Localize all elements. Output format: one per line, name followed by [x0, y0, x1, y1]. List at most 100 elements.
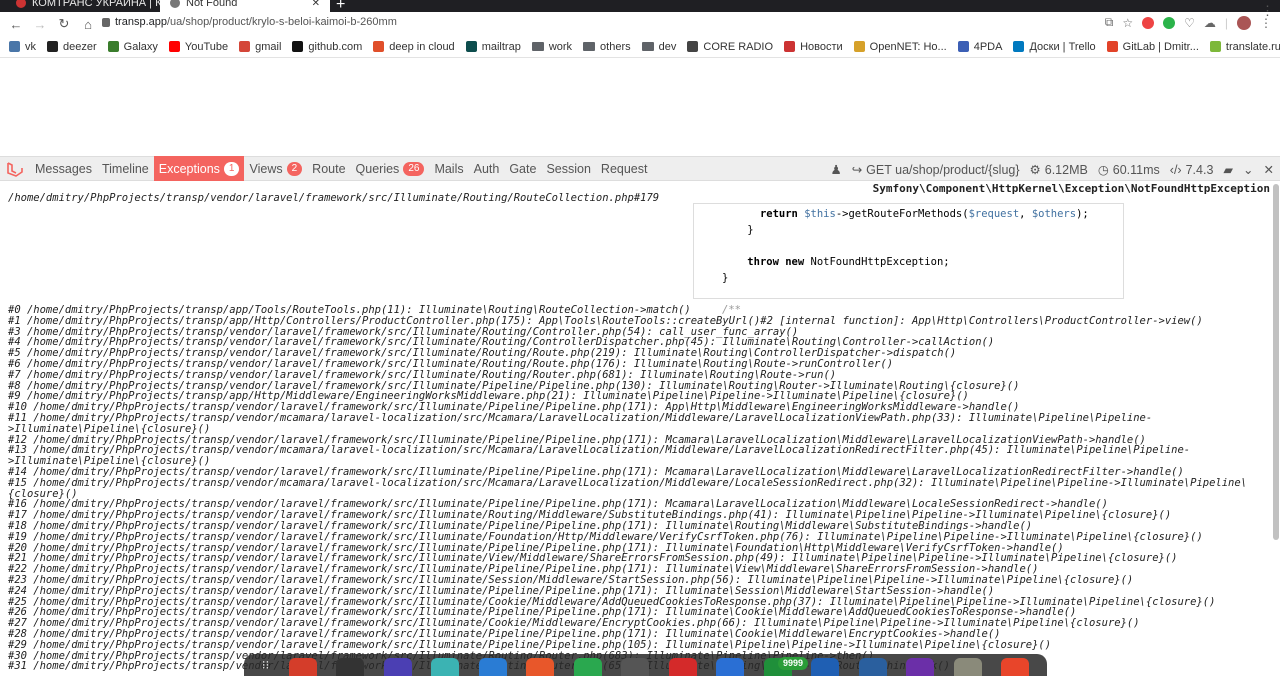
route-value: GET ua/shop/product/{slug} [866, 162, 1020, 177]
bookmark-item[interactable]: OpenNET: Ho... [853, 41, 947, 53]
bookmark-favicon-icon [9, 41, 20, 52]
dock-app-icon[interactable] [953, 658, 982, 676]
browser-tab-active[interactable]: Not Found ✕ [160, 0, 330, 12]
dock-app-icon[interactable] [716, 658, 745, 676]
dock-app-icon[interactable] [858, 658, 887, 676]
bookmark-item[interactable]: gmail [239, 41, 281, 53]
extension-icon[interactable] [1142, 16, 1155, 29]
browser-tab-strip: КОМТРАНС УКРАИНА | К Not Found ✕ + [0, 0, 1280, 12]
close-tab-icon[interactable]: ✕ [312, 0, 320, 9]
profile-separator: | [1224, 15, 1228, 30]
bookmark-item[interactable]: GitLab | Dmitr... [1106, 41, 1199, 53]
bookmark-item[interactable]: deezer [47, 41, 97, 53]
debugbar-tab-label: Views [249, 161, 283, 176]
folder-open-icon[interactable]: ▰ [1223, 162, 1233, 177]
route-indicator[interactable]: ↪ GET ua/shop/product/{slug} [852, 162, 1020, 178]
bookmark-label: Новости [800, 40, 843, 53]
dock-app-icon[interactable] [288, 658, 317, 676]
dock-app-icon[interactable] [431, 658, 460, 676]
bookmark-star-icon[interactable]: ☆ [1122, 16, 1133, 30]
count-badge: 26 [403, 161, 425, 176]
debugbar-tab-auth[interactable]: Auth [469, 156, 505, 181]
bookmark-item[interactable]: translate.ru [1209, 41, 1280, 53]
dock-app-icon[interactable] [906, 658, 935, 676]
dock-app-icon[interactable] [383, 658, 412, 676]
debugbar-tab-request[interactable]: Request [596, 156, 653, 181]
back-icon[interactable]: ← [4, 17, 28, 32]
debugbar-tab-label: Exceptions [158, 161, 220, 176]
bookmark-label: work [548, 40, 573, 53]
debugbar-tab-label: Route [312, 161, 346, 176]
debugbar-tab-route[interactable]: Route [307, 156, 350, 181]
trace-line: #11 /home/dmitry/PhpProjects/transp/vend… [8, 411, 1153, 435]
bookmark-item[interactable]: Новости [784, 41, 843, 53]
bookmark-item[interactable]: CORE RADIO [687, 41, 773, 53]
debugbar-tab-gate[interactable]: Gate [504, 156, 541, 181]
memory-value: 6.12MB [1044, 162, 1088, 177]
bookmark-favicon-icon [957, 41, 969, 52]
debugbar-tab-timeline[interactable]: Timeline [97, 156, 154, 181]
bookmark-item[interactable]: vk [9, 41, 36, 53]
dock-app-icon[interactable] [811, 658, 840, 676]
bookmark-item[interactable]: github.com [292, 41, 362, 53]
address-bar[interactable]: transp.app/ua/shop/product/krylo-s-beloi… [102, 16, 397, 28]
bookmark-item[interactable]: Доски | Trello [1013, 40, 1096, 53]
dock-app-icon[interactable] [526, 658, 555, 676]
user-icon[interactable]: ♟ [830, 162, 841, 177]
close-icon[interactable]: ✕ [1264, 162, 1274, 177]
php-indicator: ‹/› 7.4.3 [1170, 163, 1214, 177]
bookmark-item[interactable]: others [583, 41, 631, 53]
avatar[interactable] [1237, 15, 1251, 30]
code-keyword: throw new [747, 256, 811, 268]
bookmark-item[interactable]: Galaxy [107, 41, 158, 53]
debugbar-tab-queries[interactable]: Queries 26 [351, 156, 430, 181]
dock-app-icon[interactable] [1001, 658, 1030, 676]
debugbar-tab-views[interactable]: Views 2 [244, 156, 307, 181]
bookmark-item[interactable]: mailtrap [465, 41, 521, 53]
forward-icon[interactable]: → [28, 17, 52, 32]
folder-icon [583, 42, 596, 51]
dock-app-icon[interactable] [573, 658, 602, 676]
bookmark-item[interactable]: work [531, 40, 573, 53]
new-tab-button[interactable]: + [336, 0, 345, 12]
laravel-logo-icon[interactable] [0, 157, 30, 181]
bookmark-label: Доски | Trello [1029, 40, 1096, 53]
exception-file-path[interactable]: /home/dmitry/PhpProjects/transp/vendor/l… [8, 192, 659, 204]
cloud-icon[interactable]: ☁ [1204, 16, 1216, 30]
dock-app-icon[interactable] [621, 658, 650, 676]
app-launcher-icon[interactable]: ⁝⁝ [262, 658, 270, 672]
bookmarks-more-icon[interactable]: ⋮ [1261, 3, 1274, 19]
bookmark-item[interactable]: 4PDA [957, 41, 1002, 53]
trace-line: #29 /home/dmitry/PhpProjects/transp/vend… [8, 638, 1052, 651]
bookmark-item[interactable]: deep in cloud [373, 41, 455, 53]
browser-tab[interactable]: КОМТРАНС УКРАИНА | К [6, 0, 162, 12]
time-indicator: ◷ 60.11ms [1098, 162, 1160, 178]
bookmark-label: gmail [255, 40, 282, 53]
debugbar-tab-mails[interactable]: Mails [429, 156, 468, 181]
reload-icon[interactable]: ↻ [52, 16, 76, 32]
code-var: $this [804, 208, 836, 220]
debugbar-tab-messages[interactable]: Messages [30, 156, 97, 181]
bookmark-item[interactable]: YouTube [168, 41, 228, 53]
translate-icon[interactable]: ⧉ [1105, 15, 1114, 30]
shield-icon[interactable] [1163, 16, 1176, 29]
bookmark-favicon-icon [168, 41, 180, 52]
code-keyword: return [759, 208, 805, 220]
minimize-chevron-down-icon[interactable]: ⌄ [1243, 162, 1253, 177]
debugbar-tab-session[interactable]: Session [541, 156, 595, 181]
home-icon[interactable]: ⌂ [76, 17, 100, 32]
dock-app-icon[interactable] [336, 658, 365, 676]
debugbar-tab-exceptions[interactable]: Exceptions 1 [153, 156, 245, 181]
trace-line: #13 /home/dmitry/PhpProjects/transp/vend… [8, 444, 1191, 468]
count-badge: 1 [223, 161, 240, 176]
heart-icon[interactable]: ♡ [1184, 16, 1195, 30]
bookmark-item[interactable]: dev [641, 41, 676, 53]
code-icon: ‹/› [1169, 162, 1182, 177]
dock-app-icon[interactable] [668, 658, 697, 676]
dock-app-icon[interactable] [478, 658, 507, 676]
time-value: 60.11ms [1112, 162, 1160, 177]
bookmark-favicon-icon [239, 41, 251, 52]
browser-tab-title: Not Found [186, 0, 238, 9]
php-version: 7.4.3 [1185, 162, 1214, 177]
scrollbar[interactable] [1273, 184, 1279, 540]
